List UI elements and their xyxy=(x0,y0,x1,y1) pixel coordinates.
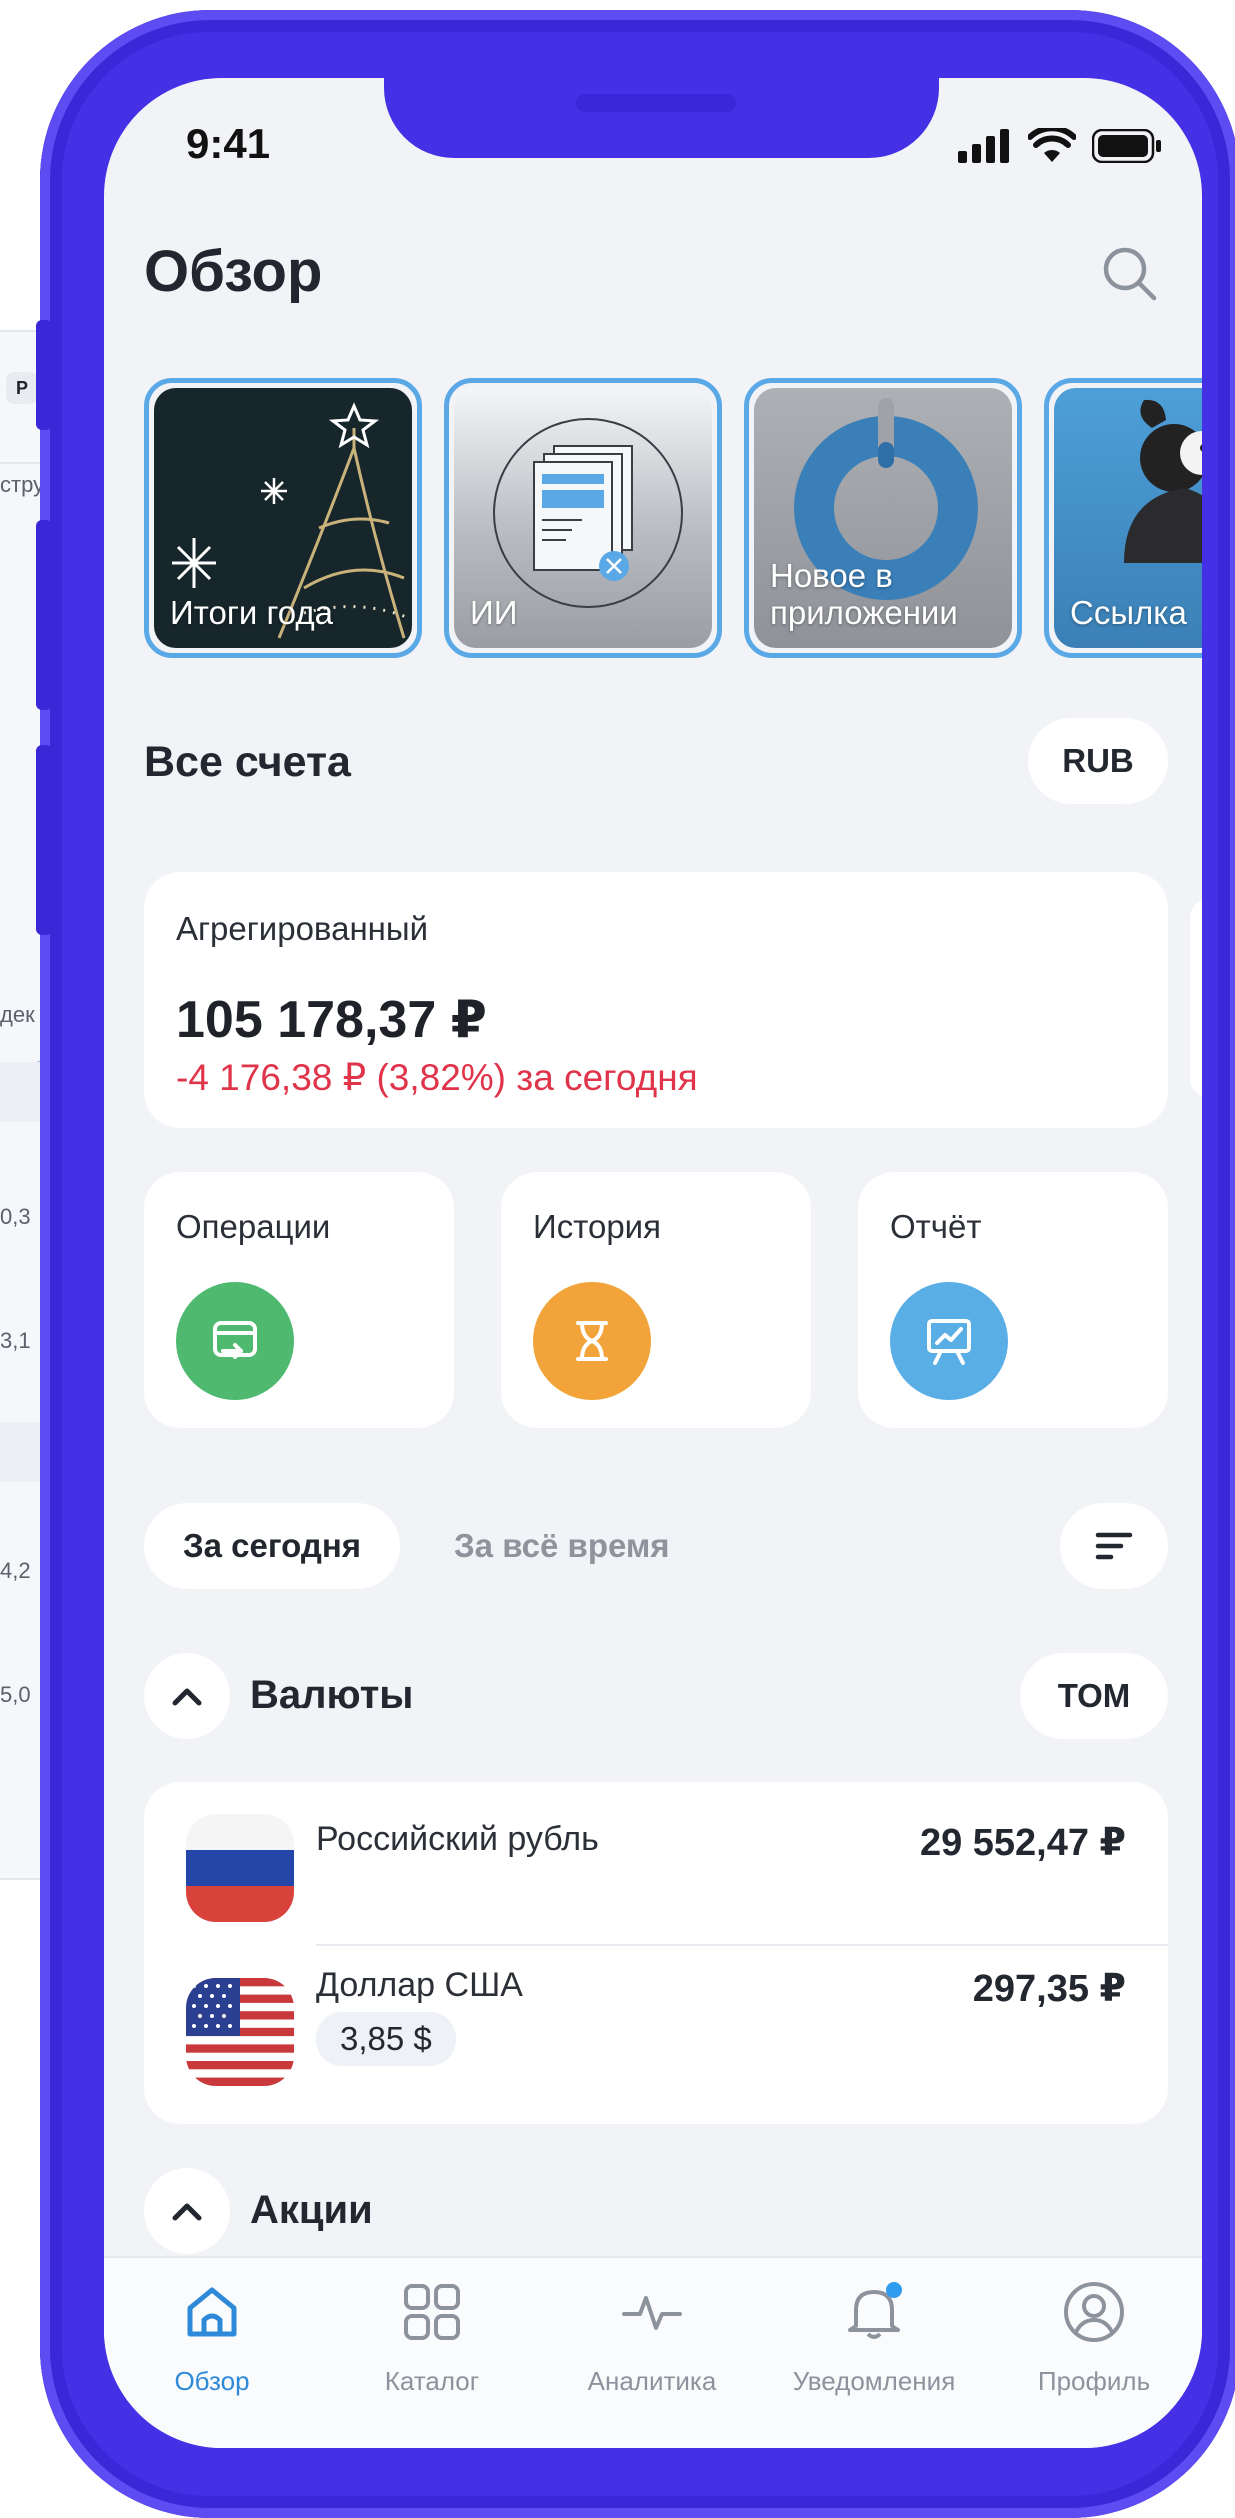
tab-today[interactable]: За сегодня xyxy=(144,1503,400,1589)
currency-value: 297,35 ₽ xyxy=(972,1968,1126,2010)
tab-analytics[interactable]: Аналитика xyxy=(552,2258,752,2448)
account-daily-change: -4 176,38 ₽ (3,82%) за сегодня xyxy=(176,1057,698,1098)
bell-icon xyxy=(834,2272,914,2352)
side-button xyxy=(36,320,52,430)
chevron-up-icon xyxy=(172,2203,202,2221)
quick-action-label: История xyxy=(533,1208,661,1245)
stories-carousel[interactable]: Итоги года ИИ Новое в приложении Ссылка xyxy=(144,378,1202,658)
story-label: Ссылка xyxy=(1070,594,1187,632)
search-button[interactable] xyxy=(1094,238,1164,308)
currency-name: Доллар США xyxy=(316,1966,523,2004)
report-button[interactable]: Отчёт xyxy=(858,1172,1168,1428)
tab-catalog[interactable]: Каталог xyxy=(332,2258,532,2448)
operations-button[interactable]: Операции xyxy=(144,1172,454,1428)
currencies-card: Российский рубль 29 552,47 ₽ Доллар США … xyxy=(144,1782,1168,2124)
tab-overview[interactable]: Обзор xyxy=(112,2258,312,2448)
currency-row-usd[interactable]: Доллар США 3,85 $ 297,35 ₽ xyxy=(144,1946,1168,2124)
wifi-icon xyxy=(1028,128,1076,162)
history-button[interactable]: История xyxy=(501,1172,811,1428)
next-account-card-peek[interactable] xyxy=(1190,898,1202,1098)
sort-button[interactable] xyxy=(1060,1503,1168,1589)
russia-flag-icon xyxy=(186,1814,294,1922)
tab-label: Уведомления xyxy=(792,2366,956,2396)
currency-selector-button[interactable]: RUB xyxy=(1028,718,1168,804)
tab-label: Обзор xyxy=(174,2366,250,2396)
currencies-title: Валюты xyxy=(250,1673,414,1717)
phone-screen: 9:41 Обзор Итоги года ИИ Новое в приложе… xyxy=(104,78,1202,2448)
side-button xyxy=(36,745,52,935)
story-label: ИИ xyxy=(470,594,518,632)
story-label: Итоги года xyxy=(170,594,334,632)
accounts-title: Все счета xyxy=(144,738,351,786)
usa-flag-icon xyxy=(186,1978,294,2086)
collapse-currencies-button[interactable] xyxy=(144,1653,230,1739)
tab-label: Аналитика xyxy=(587,2366,717,2396)
report-chart-icon xyxy=(890,1282,1008,1400)
background-text: дек xyxy=(0,1002,35,1027)
currency-value: 29 552,47 ₽ xyxy=(919,1822,1126,1864)
sort-icon xyxy=(1095,1532,1133,1560)
background-text: стру xyxy=(0,472,45,497)
chevron-up-icon xyxy=(172,1688,202,1706)
background-chip: P xyxy=(6,372,38,404)
tab-label: Профиль xyxy=(1037,2366,1151,2396)
tab-label: Каталог xyxy=(384,2366,480,2396)
collapse-stocks-button[interactable] xyxy=(144,2168,230,2254)
native-amount-badge: 3,85 $ xyxy=(316,2012,456,2066)
aggregated-account-card[interactable]: Агрегированный 105 178,37 ₽ -4 176,38 ₽ … xyxy=(144,872,1168,1128)
currency-row-rub[interactable]: Российский рубль 29 552,47 ₽ xyxy=(144,1782,1168,1946)
account-label: Агрегированный xyxy=(176,910,429,947)
hourglass-icon xyxy=(533,1282,651,1400)
story-new-in-app[interactable]: Новое в приложении xyxy=(744,378,1022,658)
side-button xyxy=(36,520,52,710)
story-label: Новое в приложении xyxy=(770,557,958,632)
story-year-summary[interactable]: Итоги года xyxy=(144,378,422,658)
quick-action-label: Отчёт xyxy=(890,1208,982,1245)
search-icon xyxy=(1103,247,1157,301)
bottom-tab-bar: Обзор Каталог Аналитика Уведомления Проф… xyxy=(104,2256,1202,2448)
pulse-icon xyxy=(612,2272,692,2352)
signal-icon xyxy=(958,129,1009,163)
settlement-mode-button[interactable]: ТОМ xyxy=(1020,1653,1168,1739)
background-text: 4,2 xyxy=(0,1558,31,1583)
notch xyxy=(384,78,939,158)
background-text: 5,0 xyxy=(0,1682,31,1707)
status-time: 9:41 xyxy=(186,120,271,167)
tab-all-time[interactable]: За всё время xyxy=(454,1503,670,1589)
status-icons xyxy=(958,128,1162,164)
background-text: 3,1 xyxy=(0,1328,31,1353)
quick-action-label: Операции xyxy=(176,1208,331,1245)
account-balance: 105 178,37 ₽ xyxy=(176,991,487,1049)
profile-icon xyxy=(1054,2272,1134,2352)
home-icon xyxy=(172,2272,252,2352)
page-title: Обзор xyxy=(144,239,323,304)
stocks-title: Акции xyxy=(250,2188,373,2232)
story-link[interactable]: Ссылка xyxy=(1044,378,1202,658)
battery-icon xyxy=(1092,129,1161,163)
grid-icon xyxy=(392,2272,472,2352)
background-text: 0,3 xyxy=(0,1204,31,1229)
operations-icon xyxy=(176,1282,294,1400)
story-ai[interactable]: ИИ xyxy=(444,378,722,658)
currency-name: Российский рубль xyxy=(316,1820,599,1858)
speaker xyxy=(576,94,736,112)
tab-notifications[interactable]: Уведомления xyxy=(774,2258,974,2448)
tab-profile[interactable]: Профиль xyxy=(994,2258,1194,2448)
